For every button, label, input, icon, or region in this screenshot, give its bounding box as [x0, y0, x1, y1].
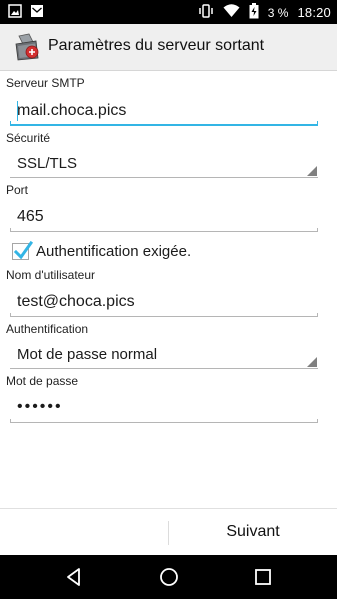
auth-method-label: Authentification: [6, 322, 89, 336]
wifi-icon: [223, 4, 240, 21]
port-label: Port: [6, 183, 29, 197]
navigation-bar: [0, 555, 337, 599]
checkmark-icon: [13, 240, 33, 259]
screenshot-icon: [8, 4, 22, 23]
username-value: test@choca.pics: [17, 293, 135, 310]
home-icon[interactable]: [157, 565, 181, 589]
recents-icon[interactable]: [251, 565, 275, 589]
auth-method-value: Mot de passe normal: [17, 346, 158, 363]
username-label: Nom d'utilisateur: [6, 268, 95, 282]
clock: 18:20: [297, 5, 331, 20]
status-bar: 3 % 18:20: [0, 0, 337, 24]
auth-required-label: Authentification exigée.: [36, 242, 192, 260]
dropdown-arrow-icon: [307, 357, 317, 367]
security-value: SSL/TLS: [17, 155, 78, 172]
previous-button: [0, 509, 168, 555]
battery-percent: 3 %: [267, 5, 289, 20]
next-button[interactable]: Suivant: [169, 509, 337, 555]
app-icon[interactable]: [13, 32, 41, 62]
page-title: Paramètres du serveur sortant: [48, 37, 265, 54]
auth-method-select[interactable]: Mot de passe normal: [10, 341, 318, 369]
password-underline: [10, 419, 318, 423]
smtp-server-label: Serveur SMTP: [6, 76, 85, 90]
username-underline: [10, 313, 318, 317]
password-value: ••••••: [17, 398, 63, 415]
security-select[interactable]: SSL/TLS: [10, 150, 318, 178]
port-underline: [10, 228, 318, 232]
port-input[interactable]: 465: [10, 202, 318, 232]
mail-icon: [30, 4, 44, 23]
password-input[interactable]: ••••••: [10, 393, 318, 423]
security-label: Sécurité: [6, 131, 51, 145]
bottom-button-bar: Suivant: [0, 508, 337, 555]
auth-required-checkbox[interactable]: [12, 240, 33, 260]
port-value: 465: [17, 208, 44, 225]
battery-charging-icon: [249, 3, 259, 22]
username-input[interactable]: test@choca.pics: [10, 287, 318, 317]
smtp-server-input[interactable]: mail.choca.pics: [10, 96, 318, 126]
password-label: Mot de passe: [6, 374, 79, 388]
vibrate-icon: [198, 3, 214, 22]
text-cursor: [17, 101, 18, 121]
action-bar: Paramètres du serveur sortant: [0, 24, 337, 71]
smtp-server-value: mail.choca.pics: [17, 102, 127, 119]
back-icon[interactable]: [62, 565, 86, 589]
auth-required-row[interactable]: Authentification exigée.: [12, 240, 191, 262]
smtp-server-underline: [10, 121, 318, 126]
dropdown-arrow-icon: [307, 166, 317, 176]
